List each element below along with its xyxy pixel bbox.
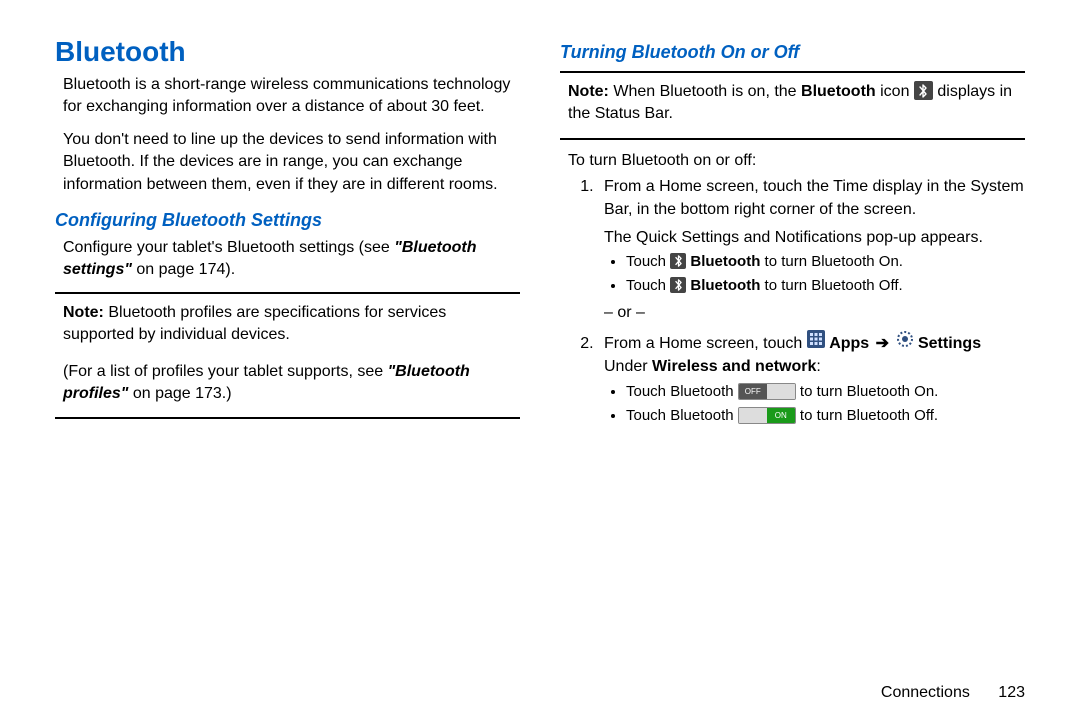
text-bold: Bluetooth: [801, 83, 876, 100]
text-bold: Wireless and network: [652, 358, 816, 375]
text: to turn Bluetooth On.: [800, 383, 938, 400]
step-2: From a Home screen, touch Apps ➔ Setting…: [598, 331, 1025, 426]
text: to turn Bluetooth Off.: [800, 407, 938, 424]
note-status-bar: Note: When Bluetooth is on, the Bluetoot…: [568, 81, 1025, 130]
bullet-bt-off: Touch Bluetooth to turn Bluetooth Off.: [626, 275, 1025, 296]
toggle-spacer: [739, 408, 767, 423]
bluetooth-icon: [670, 277, 686, 293]
text: The Quick Settings and Notifications pop…: [604, 227, 1025, 249]
text: Touch Bluetooth: [626, 407, 738, 424]
subheading-turning-on-off: Turning Bluetooth On or Off: [560, 42, 1025, 63]
text: (For a list of profiles your tablet supp…: [63, 363, 388, 380]
text-bold: Bluetooth: [690, 277, 760, 294]
toggle-on-icon: ON: [738, 407, 796, 424]
configure-para: Configure your tablet's Bluetooth settin…: [63, 237, 520, 282]
apps-icon: [807, 330, 825, 355]
note-text: Bluetooth profiles are specifications fo…: [63, 304, 446, 343]
text: When Bluetooth is on, the: [613, 83, 801, 100]
bullet-toggle-on: Touch Bluetooth OFF to turn Bluetooth On…: [626, 381, 1025, 402]
text: on page 174).: [132, 261, 235, 278]
divider: [560, 71, 1025, 73]
bluetooth-icon: [670, 253, 686, 269]
steps-list: From a Home screen, touch the Time displ…: [560, 176, 1025, 425]
subheading-configuring: Configuring Bluetooth Settings: [55, 210, 520, 231]
text: to turn Bluetooth On.: [760, 253, 903, 270]
note-label: Note:: [63, 304, 104, 321]
text: From a Home screen, touch: [604, 335, 807, 352]
text: to turn Bluetooth Off.: [760, 277, 902, 294]
note-profiles: Note: Bluetooth profiles are specificati…: [63, 302, 520, 410]
divider: [55, 292, 520, 294]
lead-text: To turn Bluetooth on or off:: [568, 150, 1025, 172]
toggle-spacer: [767, 384, 795, 399]
bullet-toggle-off: Touch Bluetooth ON to turn Bluetooth Off…: [626, 405, 1025, 426]
divider: [55, 417, 520, 419]
footer-page-number: 123: [998, 684, 1025, 701]
divider: [560, 138, 1025, 140]
intro-para-1: Bluetooth is a short-range wireless comm…: [63, 74, 520, 119]
text-bold: Bluetooth: [690, 253, 760, 270]
or-separator: – or –: [604, 302, 1025, 324]
page-footer: Connections 123: [881, 684, 1025, 702]
settings-icon: [896, 330, 914, 355]
note-label: Note:: [568, 83, 609, 100]
step-1: From a Home screen, touch the Time displ…: [598, 176, 1025, 325]
arrow-icon: ➔: [874, 335, 891, 352]
footer-chapter: Connections: [881, 684, 970, 701]
text: on page 173.): [128, 385, 231, 402]
page-title: Bluetooth: [55, 36, 520, 68]
text: Touch Bluetooth: [626, 383, 738, 400]
text: icon: [876, 83, 914, 100]
text: Under: [604, 358, 652, 375]
settings-label: Settings: [918, 335, 981, 352]
bullet-bt-on: Touch Bluetooth to turn Bluetooth On.: [626, 251, 1025, 272]
text: Configure your tablet's Bluetooth settin…: [63, 239, 394, 256]
text: :: [816, 358, 820, 375]
toggle-off-label: OFF: [739, 384, 767, 399]
bluetooth-icon: [914, 81, 933, 100]
text: Touch: [626, 277, 670, 294]
toggle-off-icon: OFF: [738, 383, 796, 400]
text: From a Home screen, touch the Time displ…: [604, 178, 1024, 217]
apps-label: Apps: [829, 335, 869, 352]
intro-para-2: You don't need to line up the devices to…: [63, 129, 520, 196]
text: Touch: [626, 253, 670, 270]
toggle-on-label: ON: [767, 408, 795, 423]
